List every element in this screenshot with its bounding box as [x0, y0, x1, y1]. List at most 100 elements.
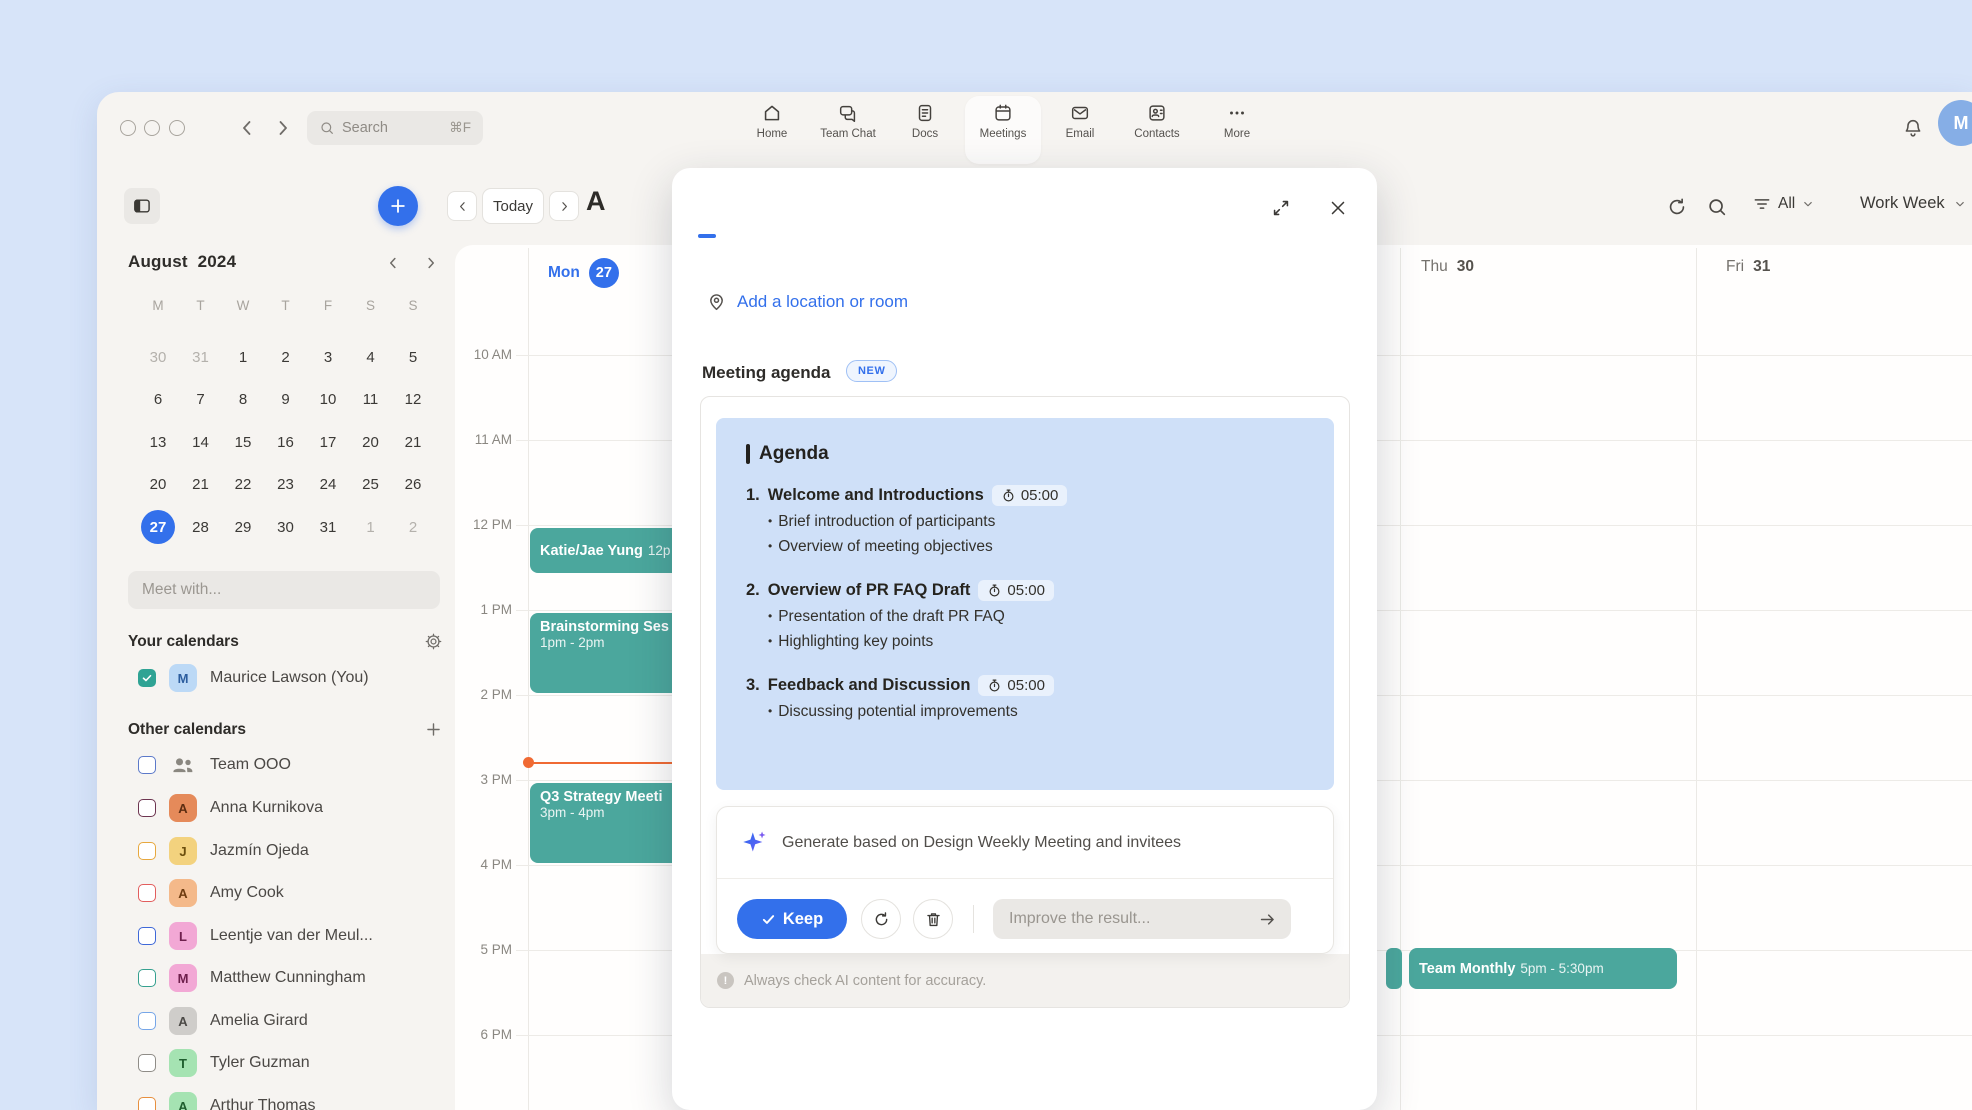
window-zoom-button[interactable] [169, 120, 185, 136]
mini-calendar-day[interactable]: 24 [311, 468, 345, 502]
mini-calendar-day[interactable]: 23 [269, 468, 303, 502]
mini-calendar-day[interactable]: 25 [354, 468, 388, 502]
calendar-row[interactable]: Team OOO [138, 748, 448, 782]
mini-calendar-day[interactable]: 10 [311, 383, 345, 417]
mini-calendar-day[interactable]: 28 [184, 510, 218, 544]
close-icon[interactable] [1327, 197, 1349, 219]
owner-checkbox[interactable] [138, 669, 156, 687]
mini-calendar-day[interactable]: 30 [141, 340, 175, 374]
day-header-mon[interactable]: Mon27 [548, 258, 619, 288]
sidebar-toggle-button[interactable] [124, 188, 160, 224]
mini-calendar-day[interactable]: 15 [226, 425, 260, 459]
mini-calendar-day[interactable]: 17 [311, 425, 345, 459]
add-location-link[interactable]: Add a location or room [706, 291, 908, 312]
create-event-button[interactable] [378, 186, 418, 226]
next-week-button[interactable] [549, 191, 579, 221]
mini-calendar-day[interactable]: 13 [141, 425, 175, 459]
agenda-content-box[interactable]: Agenda 1.Welcome and Introductions05:00•… [716, 418, 1334, 790]
calendar-settings-gear-icon[interactable] [424, 632, 443, 651]
calendar-checkbox[interactable] [138, 1097, 156, 1110]
mini-calendar-day[interactable]: 1 [226, 340, 260, 374]
calendar-checkbox[interactable] [138, 969, 156, 987]
tab-more[interactable]: More [1199, 102, 1275, 158]
calendar-row[interactable]: MMatthew Cunningham [138, 961, 448, 995]
keep-button[interactable]: Keep [737, 899, 847, 939]
mini-calendar-day[interactable]: 12 [396, 383, 430, 417]
regenerate-button[interactable] [861, 899, 901, 939]
day-header-fri[interactable]: Fri31 [1726, 258, 1770, 276]
tab-team-chat[interactable]: Team Chat [810, 102, 886, 158]
calendar-search-icon[interactable] [1706, 196, 1728, 218]
filter-control[interactable]: All [1752, 194, 1815, 214]
calendar-row[interactable]: AArthur Thomas [138, 1089, 448, 1110]
window-minimize-button[interactable] [144, 120, 160, 136]
calendar-row[interactable]: JJazmín Ojeda [138, 834, 448, 868]
refresh-icon[interactable] [1666, 196, 1688, 218]
history-back-button[interactable] [235, 116, 259, 140]
mini-calendar-day[interactable]: 21 [396, 425, 430, 459]
mini-calendar-day[interactable]: 5 [396, 340, 430, 374]
delete-button[interactable] [913, 899, 953, 939]
mini-calendar-day[interactable]: 7 [184, 383, 218, 417]
calendar-row[interactable]: LLeentje van der Meul... [138, 919, 448, 953]
tab-label: Docs [912, 128, 938, 140]
mini-calendar-day[interactable]: 20 [354, 425, 388, 459]
mini-calendar-day[interactable]: 20 [141, 468, 175, 502]
mini-calendar-day[interactable]: 30 [269, 510, 303, 544]
event-block[interactable]: Team Monthly5pm - 5:30pm [1409, 948, 1677, 989]
tab-meetings[interactable]: Meetings [965, 102, 1041, 158]
calendar-row[interactable]: AAmelia Girard [138, 1004, 448, 1038]
tab-docs[interactable]: Docs [887, 102, 963, 158]
mini-calendar-day[interactable]: 4 [354, 340, 388, 374]
event-partial[interactable] [1386, 948, 1402, 989]
calendar-checkbox[interactable] [138, 842, 156, 860]
mini-calendar-day[interactable]: 2 [396, 510, 430, 544]
calendar-row[interactable]: AAmy Cook [138, 876, 448, 910]
improve-input[interactable] [1007, 909, 1250, 929]
improve-input-wrap[interactable] [993, 899, 1291, 939]
tab-home[interactable]: Home [734, 102, 810, 158]
prev-week-button[interactable] [447, 191, 477, 221]
mini-calendar-day[interactable]: 2 [269, 340, 303, 374]
meet-with-input[interactable] [128, 571, 440, 609]
calendar-row-owner[interactable]: M Maurice Lawson (You) [138, 661, 448, 695]
calendar-checkbox[interactable] [138, 1012, 156, 1030]
mini-calendar-day[interactable]: 29 [226, 510, 260, 544]
mini-calendar-day[interactable]: 26 [396, 468, 430, 502]
mini-calendar-day[interactable]: 9 [269, 383, 303, 417]
global-search-input[interactable]: Search ⌘F [307, 111, 483, 145]
mini-calendar-day-selected[interactable]: 27 [141, 510, 175, 544]
mini-calendar-day[interactable]: 31 [311, 510, 345, 544]
mini-calendar-day[interactable]: 14 [184, 425, 218, 459]
mini-calendar-day[interactable]: 6 [141, 383, 175, 417]
mini-calendar-day[interactable]: 1 [354, 510, 388, 544]
tab-email[interactable]: Email [1042, 102, 1118, 158]
tab-contacts[interactable]: Contacts [1119, 102, 1195, 158]
add-calendar-plus-icon[interactable] [424, 720, 443, 739]
mini-calendar-day[interactable]: 22 [226, 468, 260, 502]
mini-calendar-prev-icon[interactable] [384, 254, 402, 272]
submit-arrow-icon[interactable] [1258, 910, 1277, 929]
calendar-checkbox[interactable] [138, 756, 156, 774]
view-switcher[interactable]: Work Week [1860, 194, 1967, 213]
window-close-button[interactable] [120, 120, 136, 136]
mini-calendar-day[interactable]: 8 [226, 383, 260, 417]
mini-calendar-day[interactable]: 16 [269, 425, 303, 459]
calendar-row[interactable]: TTyler Guzman [138, 1046, 448, 1080]
calendar-name: Leentje van der Meul... [210, 927, 373, 945]
history-forward-button[interactable] [271, 116, 295, 140]
day-header-thu[interactable]: Thu30 [1421, 258, 1474, 276]
calendar-checkbox[interactable] [138, 927, 156, 945]
expand-icon[interactable] [1270, 197, 1292, 219]
mini-calendar-day[interactable]: 3 [311, 340, 345, 374]
mini-calendar-day[interactable]: 21 [184, 468, 218, 502]
calendar-row[interactable]: AAnna Kurnikova [138, 791, 448, 825]
today-button[interactable]: Today [482, 188, 544, 224]
calendar-checkbox[interactable] [138, 884, 156, 902]
calendar-checkbox[interactable] [138, 799, 156, 817]
mini-calendar-day[interactable]: 11 [354, 383, 388, 417]
mini-calendar-next-icon[interactable] [422, 254, 440, 272]
notifications-bell-icon[interactable] [1902, 117, 1924, 139]
mini-calendar-day[interactable]: 31 [184, 340, 218, 374]
calendar-checkbox[interactable] [138, 1054, 156, 1072]
